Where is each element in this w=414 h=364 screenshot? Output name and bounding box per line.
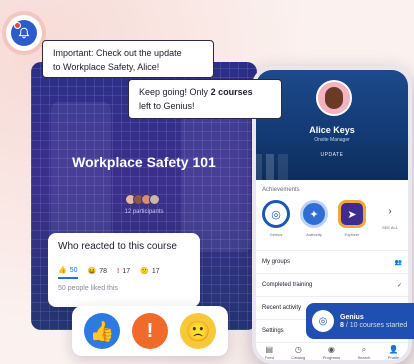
bubble-line: Keep going! Only 2 courses (139, 85, 271, 99)
avatar[interactable] (316, 80, 352, 116)
reaction-count: 17 (151, 267, 160, 275)
tab-feed[interactable]: ▤ Feed (264, 343, 274, 360)
profile-role: Onsite Manager (314, 137, 350, 143)
courses-total: / 10 courses started (343, 321, 408, 329)
update-button[interactable]: UPDATE (256, 152, 408, 158)
bottom-tab-bar: ▤ Feed ◷ Catalog ◉ Programs ⌕ Search 👤 P… (256, 342, 408, 360)
programs-icon: ◉ (327, 345, 335, 354)
hmm-icon: 🙁 (140, 268, 149, 275)
badge-explorer[interactable]: ➤ Explorer (336, 200, 368, 237)
bubble-line: to Workplace Safety, Alice! (53, 62, 160, 72)
like-reaction-icon: 👍 (89, 320, 115, 343)
like-reaction-button[interactable]: 👍 (84, 313, 120, 349)
hero-decoration (51, 102, 111, 252)
tab-label: Search (357, 355, 371, 360)
tab-catalog[interactable]: ◷ Catalog (291, 343, 306, 360)
menu-item-label: Settings (262, 328, 284, 334)
reaction-count: 50 (69, 266, 78, 274)
reaction-count: 78 (99, 267, 108, 275)
genius-title: Genius (340, 313, 364, 321)
genius-badge-icon: ◎ (262, 200, 290, 228)
progress-bubble: Keep going! Only 2 courses left to Geniu… (128, 79, 282, 119)
alert-reaction-icon: ! (146, 319, 154, 342)
explorer-badge-icon: ➤ (338, 200, 366, 228)
avatar (149, 194, 160, 205)
tab-programs[interactable]: ◉ Programs (322, 343, 341, 360)
bubble-line: left to Genius! (139, 101, 195, 111)
badge-label: Authority (306, 232, 322, 237)
hmm-reaction-icon: 🙁 (185, 320, 211, 343)
participants-count: 12 participants (124, 209, 164, 215)
reaction-tab-exclamation[interactable]: ! 17 (117, 266, 130, 279)
genius-badge-icon: ◎ (312, 310, 334, 332)
catalog-icon: ◷ (294, 345, 302, 354)
bubble-text: Keep going! Only (139, 87, 211, 97)
menu-item-label: My groups (262, 259, 291, 265)
thumbs-up-icon: 👍 (58, 267, 67, 274)
alert-reaction-button[interactable]: ! (132, 313, 168, 349)
profile-name: Alice Keys (309, 125, 355, 135)
tab-profile[interactable]: 👤 Profile (387, 343, 400, 360)
genius-progress: 8 / 10 courses started (340, 322, 407, 329)
notification-button[interactable] (6, 15, 42, 51)
chevron-right-icon: › (388, 206, 392, 217)
menu-item-label: Recent activity (262, 305, 302, 311)
reactions-card: Who reacted to this course 👍 50 😆 78 ! 1… (48, 233, 200, 307)
reaction-tab-like[interactable]: 👍 50 (58, 266, 78, 279)
reaction-tabs: 👍 50 😆 78 ! 17 🙁 17 (58, 266, 190, 279)
bubble-emphasis: 2 courses (210, 87, 253, 97)
tab-label: Profile (387, 355, 400, 360)
exclamation-icon: ! (117, 267, 120, 275)
badge-genius[interactable]: ◎ Genius (260, 200, 292, 237)
reaction-count: 17 (122, 267, 131, 275)
badge-authority[interactable]: ✦ Authority (298, 200, 330, 237)
course-title: Workplace Safety 101 (72, 154, 216, 170)
tab-search[interactable]: ⌕ Search (357, 343, 371, 360)
search-icon: ⌕ (361, 345, 367, 354)
hmm-reaction-button[interactable]: 🙁 (180, 313, 216, 349)
tab-label: Programs (322, 355, 341, 360)
laugh-icon: 😆 (87, 268, 97, 275)
authority-badge-icon: ✦ (300, 200, 328, 228)
notification-badge (14, 22, 21, 29)
genius-toast-text: Genius 8 / 10 courses started (340, 314, 407, 329)
reaction-tab-hmm[interactable]: 🙁 17 (140, 266, 160, 279)
achievements-row: ◎ Genius ✦ Authority ➤ Explorer › SEE AL… (260, 200, 404, 237)
menu-item-my-groups[interactable]: My groups 👥 (256, 250, 408, 273)
genius-progress-toast[interactable]: ◎ Genius 8 / 10 courses started (306, 303, 414, 339)
feed-icon: ▤ (265, 345, 274, 354)
reactions-title: Who reacted to this course (58, 241, 177, 252)
check-icon: ✓ (396, 282, 402, 289)
profile-icon: 👤 (388, 345, 399, 354)
menu-item-completed-training[interactable]: Completed training ✓ (256, 273, 408, 296)
avatar-face (325, 87, 343, 109)
reaction-picker: 👍 ! 🙁 (72, 306, 228, 356)
achievements-heading: Achievements (262, 187, 300, 193)
badge-label: Genius (269, 232, 283, 237)
groups-icon: 👥 (394, 259, 402, 266)
bell-icon-svg (18, 27, 30, 39)
reactions-summary: 50 people liked this (58, 285, 118, 292)
bubble-line: Important: Check out the update (53, 48, 182, 58)
notification-bubble: Important: Check out the update to Workp… (42, 40, 214, 78)
see-all-label: SEE ALL (381, 225, 398, 230)
menu-item-label: Completed training (262, 282, 313, 288)
tab-label: Feed (264, 355, 274, 360)
participant-avatars[interactable] (31, 194, 257, 205)
tab-label: Catalog (291, 355, 306, 360)
reaction-tab-laugh[interactable]: 😆 78 (88, 266, 108, 279)
see-all-button[interactable]: › SEE ALL (376, 200, 404, 237)
badge-label: Explorer (344, 232, 360, 237)
